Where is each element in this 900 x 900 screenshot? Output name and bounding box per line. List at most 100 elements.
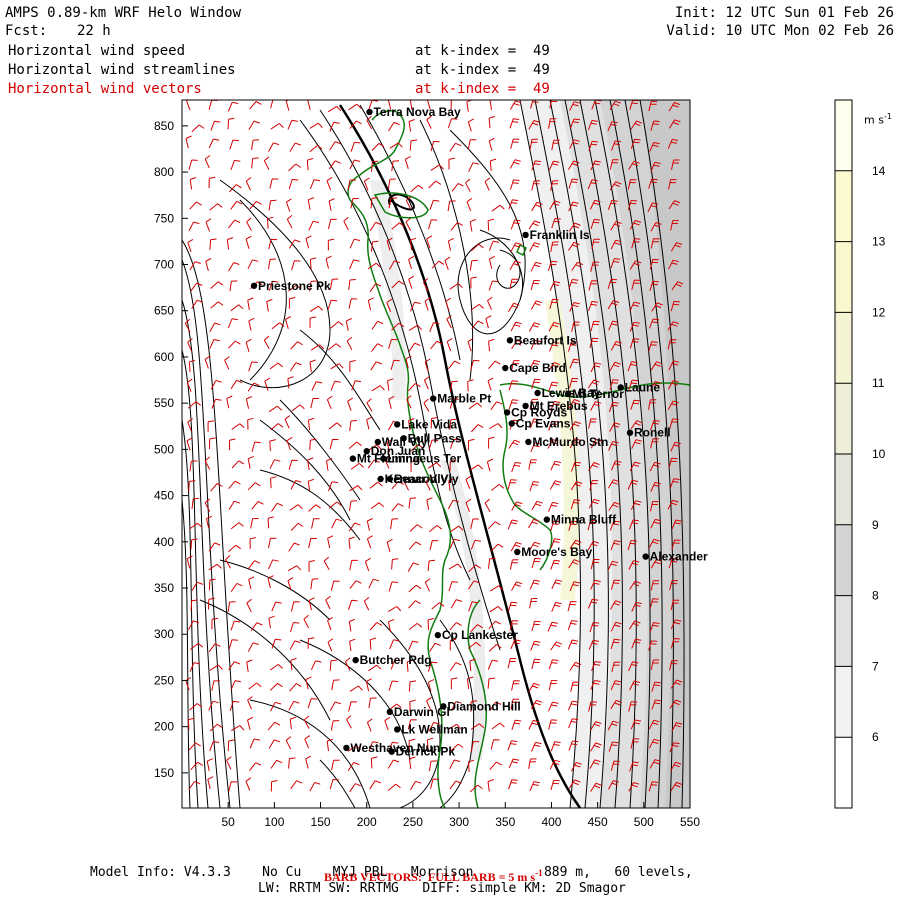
wind-barb [303, 614, 310, 629]
wind-barb [369, 622, 383, 631]
wind-barb [271, 601, 282, 612]
x-tick-label-300: 300 [449, 815, 469, 829]
wind-barb [491, 204, 505, 212]
wind-barb [270, 476, 277, 489]
wind-barb [228, 639, 239, 650]
wind-barb [408, 275, 415, 289]
wind-barb [529, 579, 541, 590]
wind-barb [408, 680, 417, 692]
wind-barb [531, 658, 541, 670]
wind-barb [326, 176, 333, 191]
place-marker [388, 748, 395, 755]
wind-barb [510, 179, 520, 190]
colorbar-segment [835, 524, 852, 596]
wind-barb [304, 735, 311, 749]
wind-barb [428, 180, 442, 189]
wind-barb [408, 600, 421, 609]
wind-barb [489, 605, 503, 613]
wind-barb [227, 601, 236, 612]
wind-barb [488, 116, 496, 129]
colorbar-unit: m s-1 [864, 112, 892, 127]
wind-barb [289, 504, 303, 511]
place-label: Cp Lankester [442, 628, 518, 642]
wind-barb [488, 240, 500, 251]
colorbar-segment [835, 595, 852, 667]
wind-barb [548, 719, 558, 730]
wind-barb [408, 119, 415, 132]
wind-barb [230, 379, 243, 389]
y-tick-label-450: 450 [154, 489, 174, 503]
wind-barb [567, 620, 578, 631]
wind-barb [246, 659, 253, 672]
place-label: Linnaeus Ter [387, 452, 461, 466]
wind-barb [408, 623, 423, 630]
wind-barb [305, 235, 312, 249]
wind-barb [191, 497, 200, 509]
wind-barb [550, 741, 561, 752]
wind-barb [228, 340, 241, 349]
place-label: Franklin Is [530, 228, 590, 242]
wind-barb [348, 103, 362, 111]
wind-barb [469, 464, 483, 471]
wind-barb [451, 183, 464, 192]
wind-barb [328, 160, 341, 170]
wind-barb [511, 719, 522, 730]
wind-barb [531, 620, 541, 632]
wind-barb [268, 405, 283, 413]
y-tick-label-850: 850 [154, 119, 174, 133]
place-label: Beaufort Is [514, 333, 577, 347]
wind-barb [369, 780, 381, 790]
wind-barb [330, 720, 340, 731]
wind-barb [349, 500, 358, 511]
wind-barb [266, 298, 273, 312]
wind-barb [550, 559, 561, 570]
x-tick-label-250: 250 [403, 815, 423, 829]
place-marker [366, 108, 373, 116]
wind-barb [305, 755, 312, 769]
wind-barb [247, 482, 261, 491]
wind-barb [466, 100, 473, 112]
wind-barb [328, 501, 342, 509]
wind-barb [487, 659, 499, 670]
colorbar-label-11: 11 [872, 376, 885, 390]
wind-barb [185, 135, 192, 149]
wind-barb [530, 261, 542, 272]
wind-barb [348, 522, 361, 532]
place-label: Diamond Hill [447, 699, 520, 713]
wind-barb [429, 525, 443, 533]
wind-barb [247, 297, 254, 311]
wind-barb [423, 398, 430, 412]
wind-barb [449, 662, 462, 672]
wind-barb [550, 641, 562, 651]
colorbar-label-8: 8 [872, 589, 879, 603]
wind-barb [509, 559, 519, 570]
wind-barb [188, 780, 201, 790]
wind-barb [531, 557, 541, 569]
wind-barb [230, 304, 244, 312]
wind-barb [269, 682, 283, 691]
wind-barb [327, 105, 342, 113]
wind-barb [327, 299, 338, 310]
wind-barb [289, 683, 302, 692]
wind-barb [346, 715, 352, 729]
wind-barb [488, 338, 495, 352]
wind-barb [448, 157, 455, 170]
wind-barb [388, 581, 399, 592]
place-marker [250, 282, 258, 289]
x-tick-label-550: 550 [680, 815, 700, 829]
wind-barb [226, 756, 232, 770]
wind-barb [529, 481, 540, 492]
place-label: Beacon Vly [394, 472, 459, 486]
wind-barb [366, 718, 373, 732]
wind-barb [465, 178, 471, 192]
wind-barb [231, 725, 245, 732]
wind-barb [528, 719, 540, 730]
wind-barb [309, 438, 317, 451]
wind-barb [230, 200, 243, 210]
wind-barb [408, 497, 417, 509]
wind-barb [228, 781, 238, 792]
wind-barb [329, 121, 340, 132]
place-label: Mt Erebus [530, 399, 588, 413]
wind-barb [328, 481, 338, 492]
wind-barb [230, 620, 241, 631]
